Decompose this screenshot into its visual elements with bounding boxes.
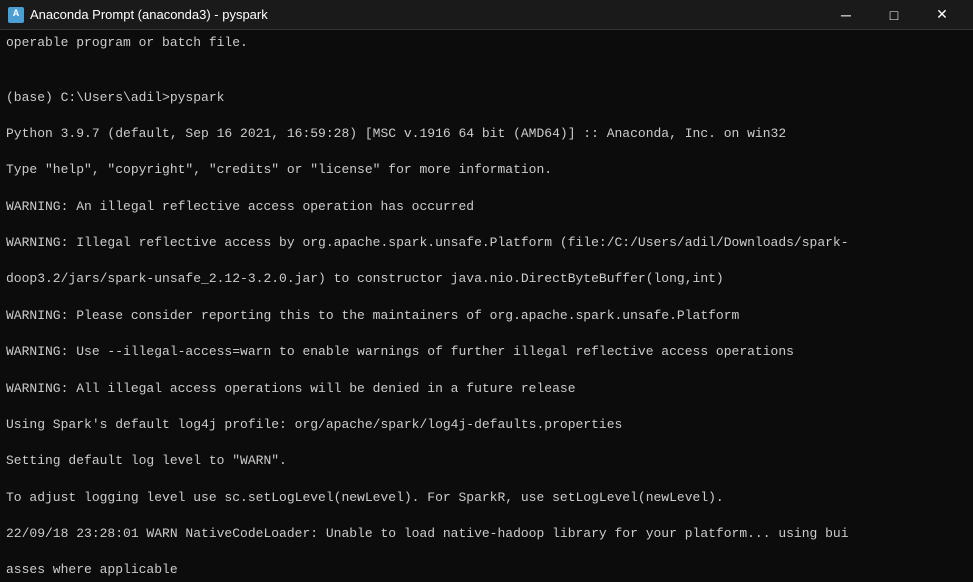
terminal-output[interactable]: operable program or batch file. (base) C… bbox=[0, 30, 973, 582]
minimize-button[interactable]: ─ bbox=[823, 0, 869, 30]
terminal-line: To adjust logging level use sc.setLogLev… bbox=[6, 489, 967, 507]
maximize-button[interactable]: □ bbox=[871, 0, 917, 30]
terminal-line: WARNING: Illegal reflective access by or… bbox=[6, 234, 967, 252]
terminal-line: WARNING: An illegal reflective access op… bbox=[6, 198, 967, 216]
app-icon-letter: A bbox=[13, 9, 19, 20]
terminal-line: doop3.2/jars/spark-unsafe_2.12-3.2.0.jar… bbox=[6, 270, 967, 288]
terminal-line: Using Spark's default log4j profile: org… bbox=[6, 416, 967, 434]
terminal-line: WARNING: All illegal access operations w… bbox=[6, 380, 967, 398]
close-button[interactable]: ✕ bbox=[919, 0, 965, 30]
terminal-line: Type "help", "copyright", "credits" or "… bbox=[6, 161, 967, 179]
terminal-line: Python 3.9.7 (default, Sep 16 2021, 16:5… bbox=[6, 125, 967, 143]
terminal-line: operable program or batch file. bbox=[6, 34, 967, 52]
terminal-line: WARNING: Please consider reporting this … bbox=[6, 307, 967, 325]
window-title: Anaconda Prompt (anaconda3) - pyspark bbox=[30, 7, 823, 22]
app-icon: A bbox=[8, 7, 24, 23]
terminal-line: WARNING: Use --illegal-access=warn to en… bbox=[6, 343, 967, 361]
terminal-line: Setting default log level to "WARN". bbox=[6, 452, 967, 470]
terminal-line: (base) C:\Users\adil>pyspark bbox=[6, 89, 967, 107]
terminal-line: 22/09/18 23:28:01 WARN NativeCodeLoader:… bbox=[6, 525, 967, 543]
terminal-line: asses where applicable bbox=[6, 561, 967, 579]
window-controls: ─ □ ✕ bbox=[823, 0, 965, 30]
anaconda-prompt-window: A Anaconda Prompt (anaconda3) - pyspark … bbox=[0, 0, 973, 582]
title-bar: A Anaconda Prompt (anaconda3) - pyspark … bbox=[0, 0, 973, 30]
